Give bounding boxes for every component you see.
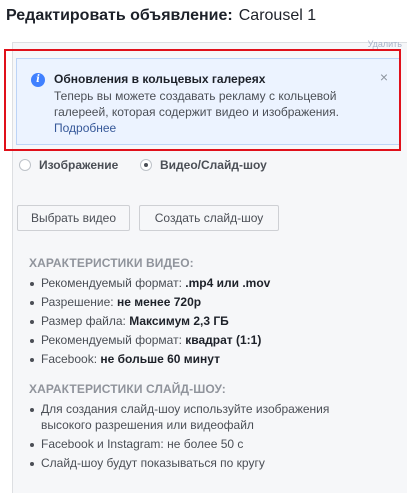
- list-item: Слайд-шоу будут показываться по кругу: [29, 455, 369, 471]
- radio-image-label: Изображение: [39, 158, 119, 172]
- radio-video-slideshow[interactable]: Видео/Слайд-шоу: [140, 156, 267, 174]
- video-specs-heading: ХАРАКТЕРИСТИКИ ВИДЕО:: [29, 256, 194, 270]
- delete-link[interactable]: Удалить: [368, 39, 402, 49]
- radio-circle-image: [19, 159, 31, 171]
- slideshow-specs-heading: ХАРАКТЕРИСТИКИ СЛАЙД-ШОУ:: [29, 382, 226, 396]
- list-item: Рекомендуемый формат: .mp4 или .mov: [29, 275, 399, 291]
- slideshow-specs-list: Для создания слайд-шоу используйте изобр…: [29, 401, 369, 474]
- radio-video-label: Видео/Слайд-шоу: [160, 158, 267, 172]
- create-slideshow-button[interactable]: Создать слайд-шоу: [139, 205, 279, 231]
- list-item: Для создания слайд-шоу используйте изобр…: [29, 401, 369, 433]
- list-item: Размер файла: Максимум 2,3 ГБ: [29, 313, 399, 329]
- list-item: Facebook и Instagram: не более 50 с: [29, 436, 369, 452]
- radio-circle-video: [140, 159, 152, 171]
- ad-name: Carousel 1: [238, 7, 317, 24]
- video-specs-list: Рекомендуемый формат: .mp4 или .mov Разр…: [29, 275, 399, 370]
- choose-video-button[interactable]: Выбрать видео: [17, 205, 130, 231]
- list-item: Разрешение: не менее 720p: [29, 294, 399, 310]
- list-item: Facebook: не больше 60 минут: [29, 351, 399, 367]
- list-item: Рекомендуемый формат: квадрат (1:1): [29, 332, 399, 348]
- highlight-box: [4, 49, 401, 151]
- radio-image[interactable]: Изображение: [19, 156, 118, 174]
- page-title-label: Редактировать объявление:: [6, 7, 233, 24]
- page-title: Редактировать объявление: Carousel 1: [6, 5, 316, 27]
